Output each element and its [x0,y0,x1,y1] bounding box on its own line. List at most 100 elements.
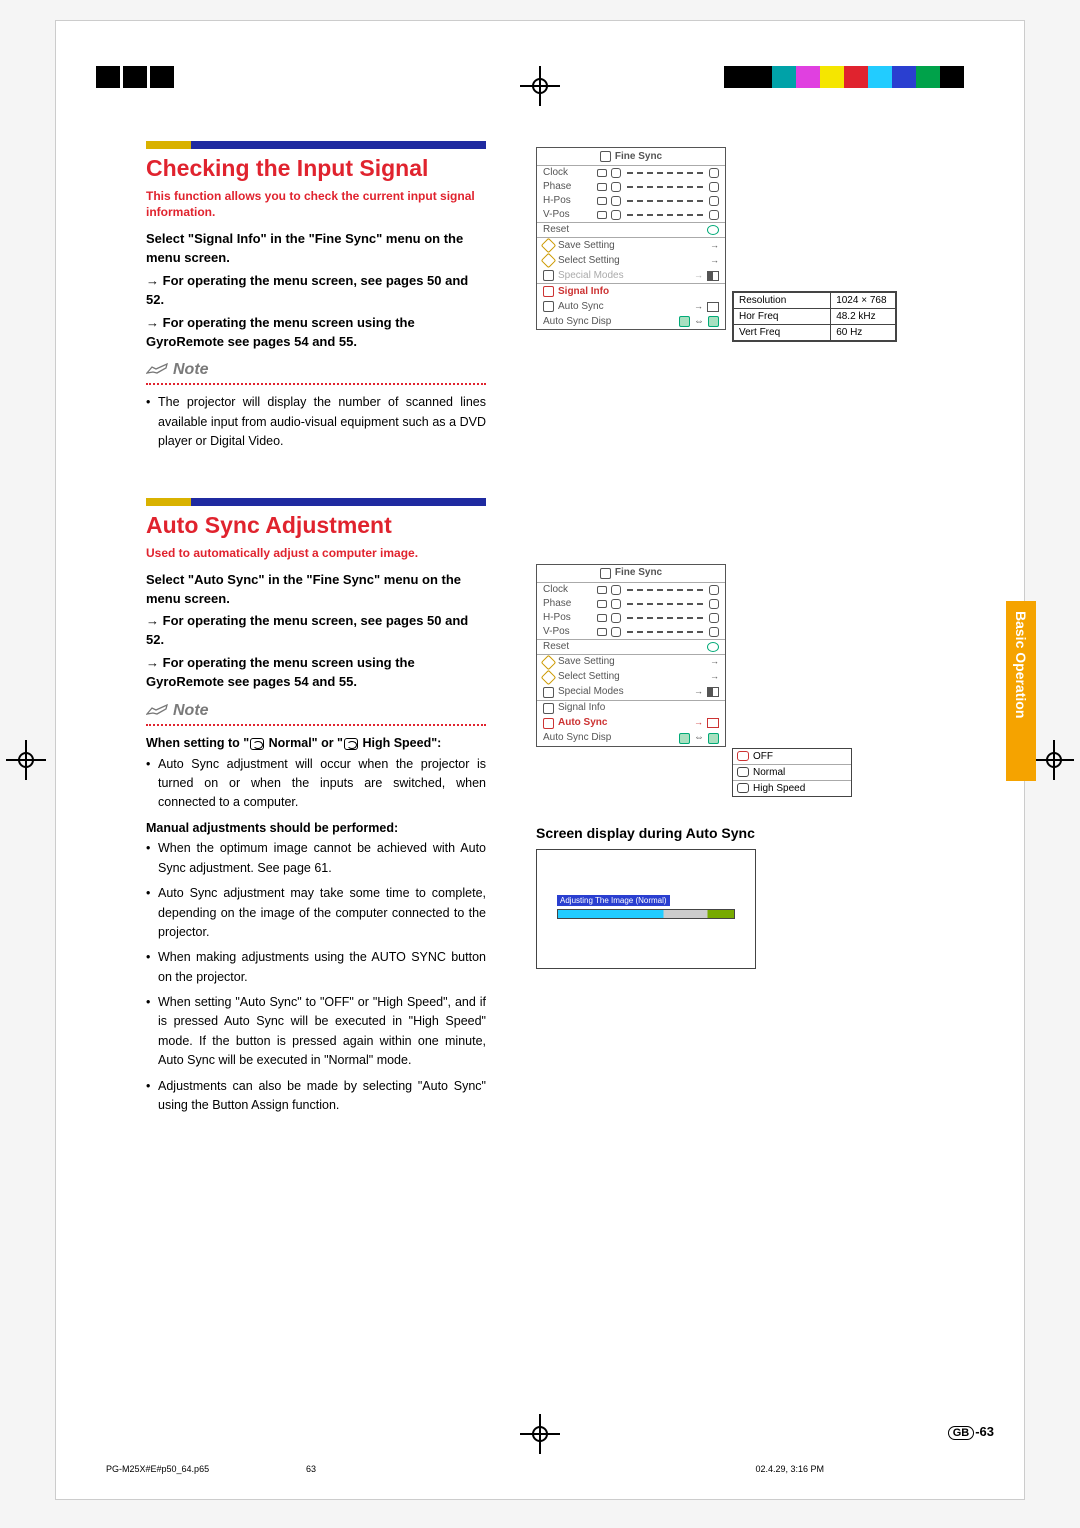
horfreq-value: 48.2 kHz [831,309,896,325]
osd-reset: Reset [543,225,593,235]
note-hand-icon [146,702,168,720]
horfreq-label: Hor Freq [734,309,831,325]
osd-phase: Phase [543,599,593,609]
note-header: Note [146,702,506,720]
color-strip [724,66,964,88]
crop-target-left [16,750,36,770]
section2-right: Fine Sync Clock Phase H-Pos V-Pos Reset … [536,558,946,969]
sync-icon [600,568,611,579]
resolution-label: Resolution [734,293,831,309]
sync-icon [600,151,611,162]
arrow-right-icon [694,302,703,312]
osd-hpos: H-Pos [543,196,593,206]
vertfreq-label: Vert Freq [734,325,831,341]
osd-hpos: H-Pos [543,613,593,623]
osd-auto: Auto Sync [558,302,604,312]
crop-marks-bottom [56,1414,1024,1474]
note-hand-icon [146,361,168,379]
highspeed-icon [737,783,749,793]
opt-icon [707,302,719,312]
diamond-icon [541,669,557,685]
autosync-icon [543,718,554,729]
osd-menu-1: Fine Sync Clock Phase H-Pos V-Pos Reset … [536,147,726,330]
osd-select: Select Setting [558,256,620,266]
normal-icon [250,738,264,750]
section2-left: Auto Sync Adjustment Used to automatical… [146,498,506,1122]
modes-icon [543,270,554,281]
highspeed-icon [344,738,358,750]
opt-normal: Normal [753,767,785,778]
crop-target-bottom [530,1424,550,1444]
section1-step3: For operating the menu screen using the … [146,314,486,352]
play-icon [707,271,719,281]
arrow-right-icon [694,271,703,281]
diamond-icon [541,253,557,269]
b3: Auto Sync adjustment may take some time … [146,884,486,942]
b5: When setting "Auto Sync" to "OFF" or "Hi… [146,993,486,1071]
normal-icon [737,767,749,777]
osd-signal: Signal Info [558,703,605,713]
osd-menu-2: Fine Sync Clock Phase H-Pos V-Pos Reset … [536,564,726,747]
section1-desc: This function allows you to check the cu… [146,188,486,220]
section2-title: Auto Sync Adjustment [146,512,506,539]
modes-icon [543,687,554,698]
signal-info-box: Resolution1024 × 768 Hor Freq48.2 kHz Ve… [732,291,897,342]
osd-phase: Phase [543,182,593,192]
sub1b: Normal" or " [265,736,343,750]
osd-disp: Auto Sync Disp [543,733,611,743]
crop-target-top [530,76,550,96]
osd-clock: Clock [543,168,593,178]
osd-vpos: V-Pos [543,210,593,220]
note-separator [146,383,486,385]
note-label: Note [173,361,209,379]
disp-icon-b [708,316,719,327]
crop-target-right [1044,750,1064,770]
autosync-icon [543,301,554,312]
osd-disp: Auto Sync Disp [543,317,611,327]
osd-select: Select Setting [558,672,620,682]
disp-icon-a [679,733,690,744]
b2: When the optimum image cannot be achieve… [146,839,486,878]
osd-auto: Auto Sync [558,718,607,728]
sync-options-box: OFF Normal High Speed [732,748,852,797]
sub1c: High Speed": [359,736,441,750]
arrow-right-icon [694,718,703,728]
osd-special: Special Modes [558,271,624,281]
sub2: Manual adjustments should be performed: [146,819,486,838]
osd-special: Special Modes [558,687,624,697]
content-area: Checking the Input Signal This function … [146,141,946,1441]
section-bar [146,498,486,506]
crop-marks-top [56,46,1024,106]
osd-save: Save Setting [558,657,615,667]
play-icon [707,687,719,697]
page-frame: Checking the Input Signal This function … [55,20,1025,1500]
opt-icon [707,718,719,728]
sub1: When setting to " Normal" or " High Spee… [146,734,486,753]
arrow-right-icon [710,672,719,682]
signal-icon [543,286,554,297]
osd-reset: Reset [543,642,593,652]
section2-step2: For operating the menu screen, see pages… [146,612,486,650]
opt-off: OFF [753,751,773,762]
arrow-right-icon [710,657,719,667]
off-icon [737,751,749,761]
vertfreq-value: 60 Hz [831,325,896,341]
reset-icon [707,225,719,235]
section2-desc: Used to automatically adjust a computer … [146,545,486,561]
signal-icon [543,703,554,714]
note-separator [146,724,486,726]
section1-left: Checking the Input Signal This function … [146,141,506,458]
sub1a: When setting to " [146,736,249,750]
section1-note-bullet: The projector will display the number of… [146,393,486,451]
diamond-icon [541,238,557,254]
section1-step2: For operating the menu screen, see pages… [146,272,486,310]
resolution-value: 1024 × 768 [831,293,896,309]
osd-vpos: V-Pos [543,627,593,637]
osd-signal: Signal Info [558,287,609,297]
note-label: Note [173,702,209,720]
opt-high: High Speed [753,783,805,794]
side-tab: Basic Operation [1006,601,1036,781]
section2-step3: For operating the menu screen using the … [146,654,486,692]
arrow-right-icon [694,687,703,697]
b6: Adjustments can also be made by selectin… [146,1077,486,1116]
